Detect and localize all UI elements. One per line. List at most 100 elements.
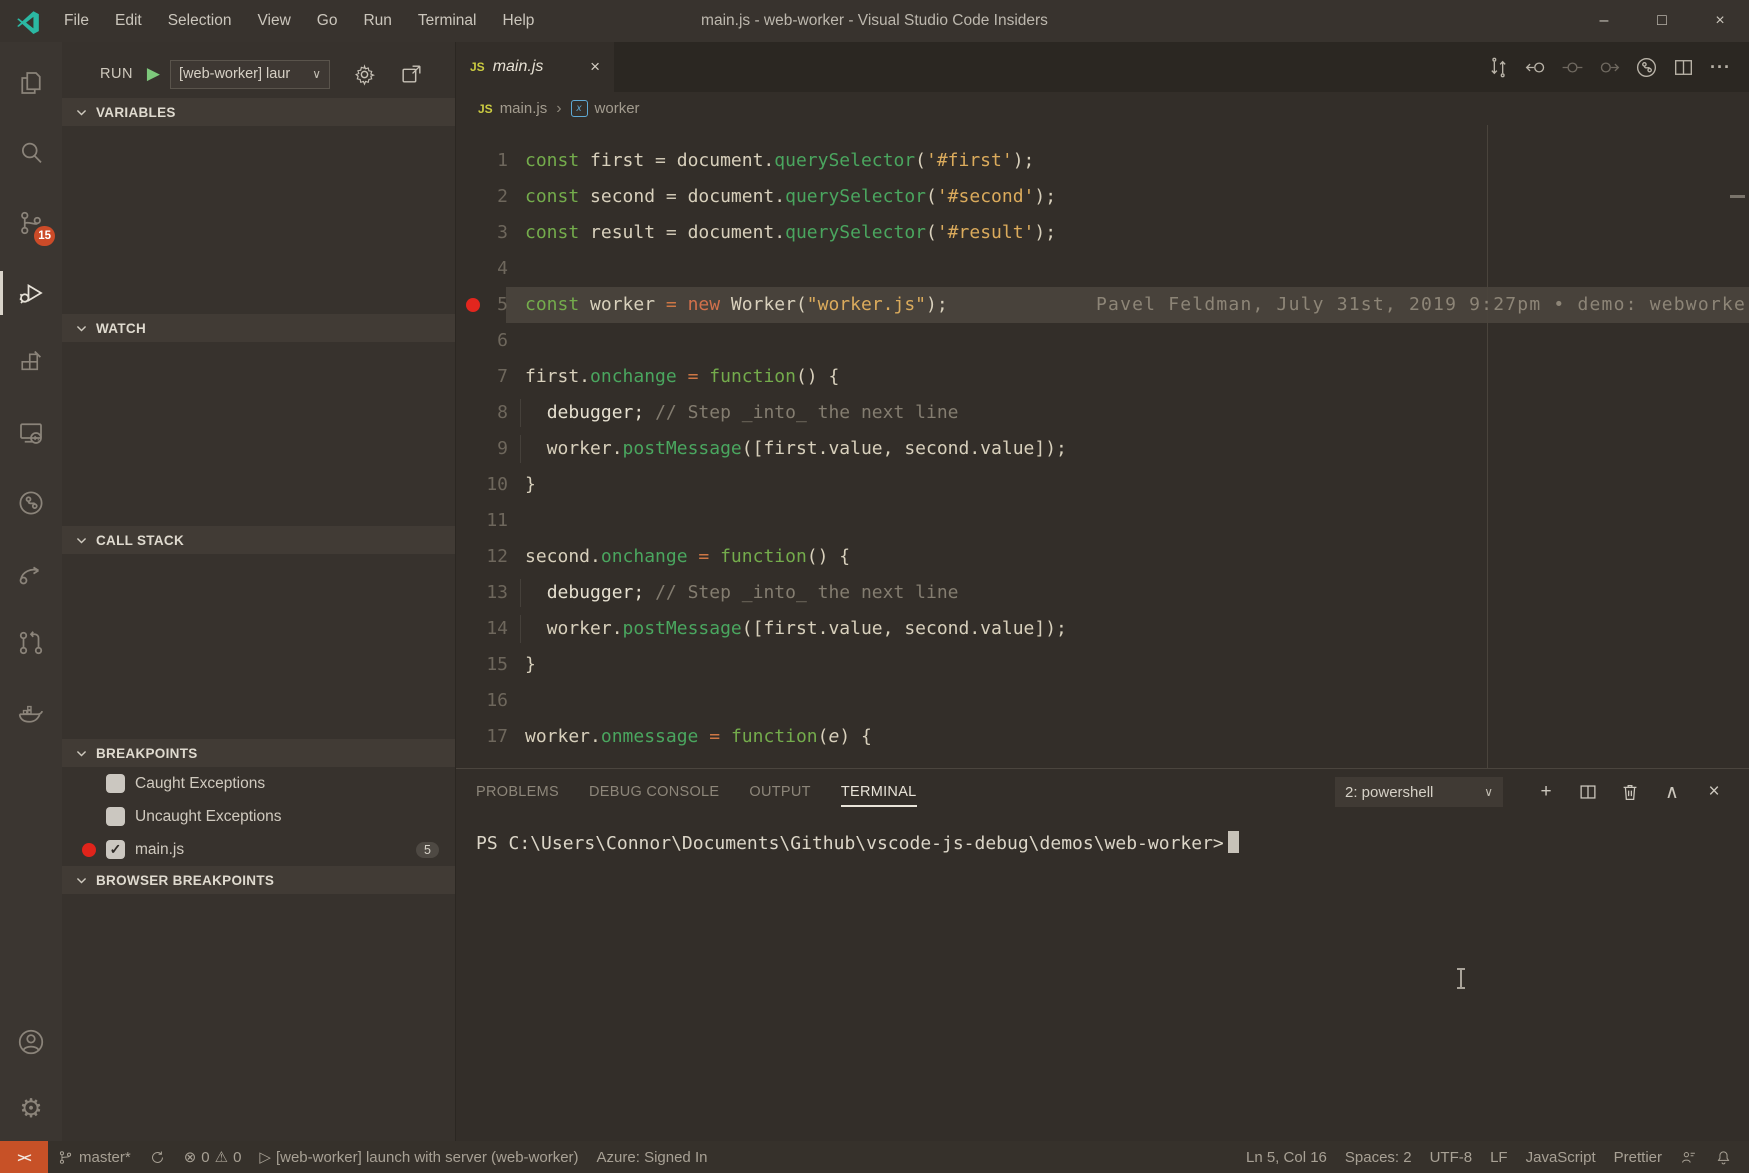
activity-item-explorer[interactable] xyxy=(0,48,62,118)
code-line-10[interactable]: 10} xyxy=(456,467,1749,503)
close-button[interactable]: × xyxy=(1691,0,1749,42)
breakpoint-row-uncaught-exceptions[interactable]: Uncaught Exceptions xyxy=(62,800,455,833)
activity-item-source-control[interactable]: 15 xyxy=(0,188,62,258)
code-line-15[interactable]: 15} xyxy=(456,647,1749,683)
code-line-7[interactable]: 7first.onchange = function() { xyxy=(456,359,1749,395)
section-browser-breakpoints[interactable]: BROWSER BREAKPOINTS xyxy=(62,866,455,894)
current-change-button[interactable] xyxy=(1554,55,1591,80)
cursor-position-item[interactable]: Ln 5, Col 16 xyxy=(1237,1141,1336,1173)
accounts-button[interactable] xyxy=(0,1009,62,1075)
code-line-6[interactable]: 6 xyxy=(456,323,1749,359)
code-line-2[interactable]: 2const second = document.querySelector('… xyxy=(456,179,1749,215)
code-line-16[interactable]: 16 xyxy=(456,683,1749,719)
code-line-13[interactable]: 13 debugger; // Step _into_ the next lin… xyxy=(456,575,1749,611)
panel-tab-debug-console[interactable]: DEBUG CONSOLE xyxy=(589,770,719,814)
section-variables[interactable]: VARIABLES xyxy=(62,98,455,126)
panel-tab-terminal[interactable]: TERMINAL xyxy=(841,770,917,814)
code-line-11[interactable]: 11 xyxy=(456,503,1749,539)
activity-item-live-share[interactable] xyxy=(0,538,62,608)
checkbox-mainjs[interactable]: ✓ xyxy=(106,840,125,859)
section-watch[interactable]: WATCH xyxy=(62,314,455,342)
git-branch-item[interactable]: master* xyxy=(48,1141,140,1173)
split-editor-button[interactable] xyxy=(1665,55,1702,80)
activity-item-pull-requests[interactable] xyxy=(0,608,62,678)
menu-file[interactable]: File xyxy=(51,0,102,42)
launch-config-dropdown[interactable]: [web-worker] laur ∨ xyxy=(170,60,330,89)
launch-item[interactable]: ▷ [web-worker] launch with server (web-w… xyxy=(250,1141,587,1173)
maximize-panel-button[interactable]: ∧ xyxy=(1651,781,1693,804)
menu-help[interactable]: Help xyxy=(490,0,548,42)
code-line-8[interactable]: 8 debugger; // Step _into_ the next line xyxy=(456,395,1749,431)
profile-button[interactable] xyxy=(1628,55,1665,80)
code-line-12[interactable]: 12second.onchange = function() { xyxy=(456,539,1749,575)
code-line-9[interactable]: 9 worker.postMessage([first.value, secon… xyxy=(456,431,1749,467)
more-actions-button[interactable]: ··· xyxy=(1702,57,1739,78)
tab-mainjs[interactable]: JS main.js × xyxy=(456,42,614,92)
feedback-button[interactable] xyxy=(1671,1141,1706,1173)
terminal[interactable]: PS C:\Users\Connor\Documents\Github\vsco… xyxy=(456,815,1749,1141)
eol-item[interactable]: LF xyxy=(1481,1141,1517,1173)
notifications-button[interactable] xyxy=(1706,1141,1741,1173)
remote-indicator[interactable]: >< xyxy=(0,1141,48,1173)
terminal-cursor xyxy=(1228,831,1239,853)
azure-item[interactable]: Azure: Signed In xyxy=(588,1141,717,1173)
menu-go[interactable]: Go xyxy=(304,0,351,42)
code-line-17[interactable]: 17worker.onmessage = function(e) { xyxy=(456,719,1749,755)
panel-tab-problems[interactable]: PROBLEMS xyxy=(476,770,559,814)
navigate-back-button[interactable] xyxy=(1517,55,1554,80)
code-line-1[interactable]: 1const first = document.querySelector('#… xyxy=(456,143,1749,179)
bell-icon xyxy=(1715,1149,1732,1166)
start-debugging-button[interactable]: ▶ xyxy=(147,64,160,84)
checkbox-caught-exceptions[interactable] xyxy=(106,774,125,793)
chevron-down-icon xyxy=(75,322,88,335)
minimize-button[interactable]: – xyxy=(1575,0,1633,42)
code-line-3[interactable]: 3const result = document.querySelector('… xyxy=(456,215,1749,251)
menu-selection[interactable]: Selection xyxy=(155,0,245,42)
code-line-5[interactable]: 5const worker = new Worker("worker.js");… xyxy=(456,287,1749,323)
split-terminal-button[interactable] xyxy=(1567,781,1609,803)
encoding-item[interactable]: UTF-8 xyxy=(1421,1141,1482,1173)
activity-item-profile[interactable] xyxy=(0,468,62,538)
activity-item-run-debug[interactable] xyxy=(0,258,62,328)
language-mode-item[interactable]: JavaScript xyxy=(1517,1141,1605,1173)
open-debug-console-button[interactable] xyxy=(399,62,424,87)
sync-button[interactable] xyxy=(140,1141,175,1173)
problems-item[interactable]: ⊗ 0 ⚠ 0 xyxy=(175,1141,251,1173)
open-changes-button[interactable] xyxy=(1480,55,1517,80)
breadcrumb-file[interactable]: main.js xyxy=(500,100,548,117)
settings-button[interactable]: ⚙ xyxy=(0,1075,62,1141)
launch-config-value: [web-worker] laur xyxy=(179,66,290,82)
close-panel-button[interactable]: × xyxy=(1693,781,1735,803)
code-line-4[interactable]: 4 xyxy=(456,251,1749,287)
formatter-item[interactable]: Prettier xyxy=(1605,1141,1671,1173)
section-call-stack[interactable]: CALL STACK xyxy=(62,526,455,554)
section-browser-breakpoints-label: BROWSER BREAKPOINTS xyxy=(96,873,274,888)
breakpoint-row-mainjs[interactable]: ✓ main.js 5 xyxy=(62,833,455,866)
breadcrumb-symbol[interactable]: worker xyxy=(595,100,640,117)
close-tab-icon[interactable]: × xyxy=(588,57,602,77)
activity-item-extensions[interactable] xyxy=(0,328,62,398)
code-editor[interactable]: 1const first = document.querySelector('#… xyxy=(456,125,1749,768)
code-line-14[interactable]: 14 worker.postMessage([first.value, seco… xyxy=(456,611,1749,647)
new-terminal-button[interactable]: + xyxy=(1525,781,1567,803)
navigate-forward-button[interactable] xyxy=(1591,55,1628,80)
window-controls: – □ × xyxy=(1575,0,1749,42)
activity-item-docker[interactable] xyxy=(0,678,62,748)
kill-terminal-button[interactable] xyxy=(1609,781,1651,803)
activity-item-search[interactable] xyxy=(0,118,62,188)
checkbox-uncaught-exceptions[interactable] xyxy=(106,807,125,826)
terminal-picker-dropdown[interactable]: 2: powershell ∨ xyxy=(1335,777,1503,807)
breakpoint-row-caught-exceptions[interactable]: Caught Exceptions xyxy=(62,767,455,800)
section-breakpoints[interactable]: BREAKPOINTS xyxy=(62,739,455,767)
activity-item-remote-explorer[interactable] xyxy=(0,398,62,468)
menu-terminal[interactable]: Terminal xyxy=(405,0,490,42)
panel-tab-output[interactable]: OUTPUT xyxy=(749,770,810,814)
menu-edit[interactable]: Edit xyxy=(102,0,155,42)
indentation-item[interactable]: Spaces: 2 xyxy=(1336,1141,1421,1173)
menu-run[interactable]: Run xyxy=(350,0,404,42)
git-pull-request-icon xyxy=(16,628,46,658)
maximize-button[interactable]: □ xyxy=(1633,0,1691,42)
warning-icon: ⚠ xyxy=(215,1148,228,1166)
configure-launch-button[interactable] xyxy=(352,62,377,87)
menu-view[interactable]: View xyxy=(244,0,303,42)
